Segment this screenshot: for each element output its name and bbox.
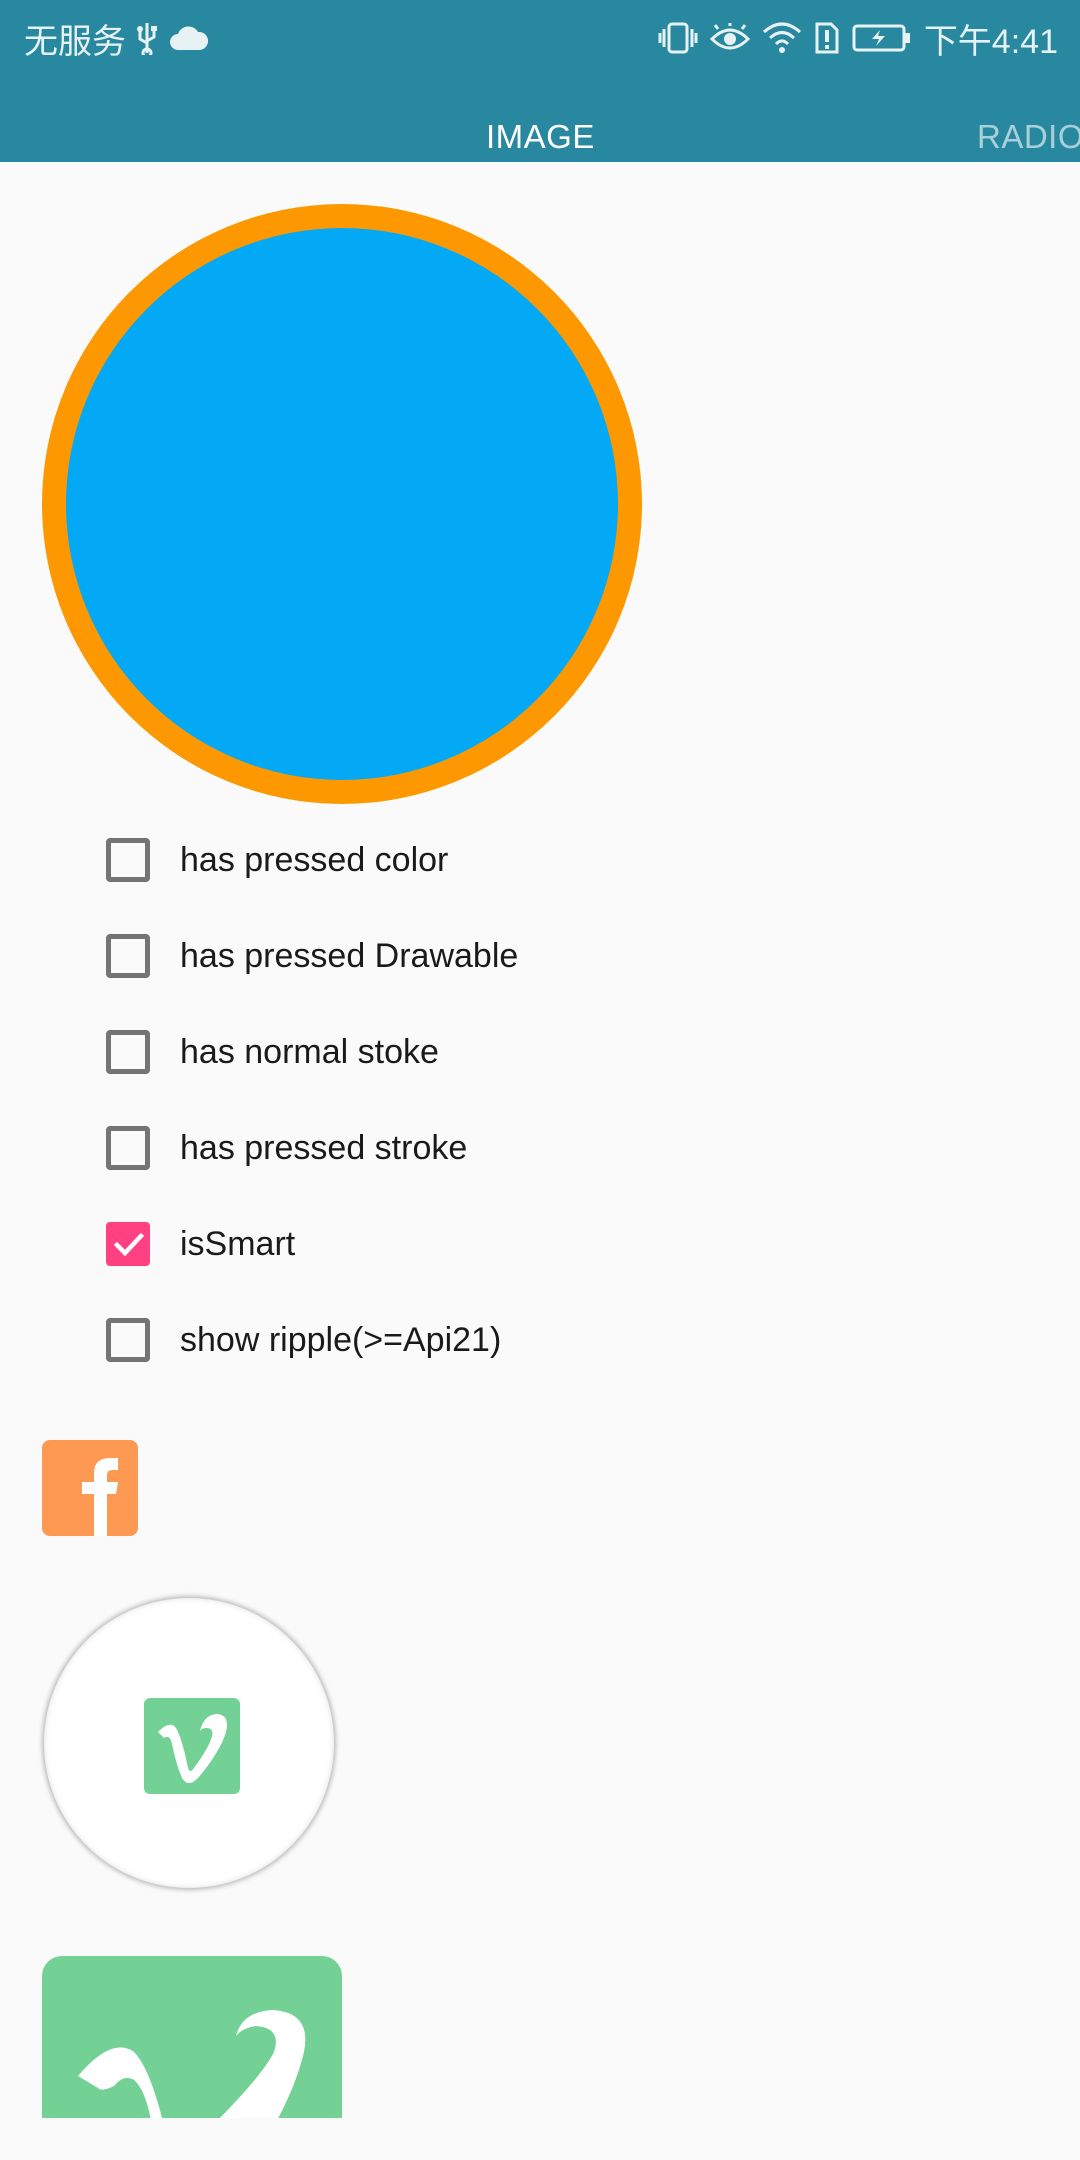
clock: 下午4:41	[923, 22, 1058, 61]
usb-icon	[136, 21, 158, 55]
option-has-pressed-stroke[interactable]: has pressed stroke	[104, 1100, 904, 1196]
tab-radio[interactable]: RADIO	[977, 118, 1080, 156]
app-toolbar: 无服务 下午4:41 IMAGE RADIO	[0, 0, 1080, 162]
cloud-icon	[168, 24, 208, 52]
option-label: has pressed stroke	[180, 1128, 468, 1167]
tab-image[interactable]: IMAGE	[486, 118, 595, 156]
tab-bar: IMAGE RADIO	[0, 96, 1080, 162]
checkbox-checked[interactable]	[106, 1222, 150, 1266]
option-has-pressed-color[interactable]: has pressed color	[104, 812, 904, 908]
options-list: has pressed color has pressed Drawable h…	[104, 812, 904, 1388]
eye-icon	[709, 23, 750, 53]
option-label: has normal stoke	[180, 1032, 439, 1071]
status-bar-right: 下午4:41	[658, 14, 1058, 62]
vimeo-circle-button[interactable]	[44, 1598, 334, 1888]
checkbox[interactable]	[106, 1318, 150, 1362]
checkbox[interactable]	[106, 934, 150, 978]
checkbox[interactable]	[106, 1030, 150, 1074]
option-is-smart[interactable]: isSmart	[104, 1196, 904, 1292]
wifi-icon	[762, 22, 802, 54]
option-label: has pressed Drawable	[180, 936, 519, 975]
status-bar-left: 无服务	[24, 14, 208, 62]
checkmark-icon	[113, 1232, 145, 1257]
sim-alert-icon	[814, 21, 840, 55]
option-has-normal-stoke[interactable]: has normal stoke	[104, 1004, 904, 1100]
vimeo-large-icon[interactable]	[42, 1956, 342, 2118]
checkbox[interactable]	[106, 838, 150, 882]
vimeo-icon	[144, 1698, 240, 1794]
option-label: isSmart	[180, 1224, 296, 1263]
preview-circle-button[interactable]	[42, 204, 642, 804]
option-has-pressed-drawable[interactable]: has pressed Drawable	[104, 908, 904, 1004]
checkbox[interactable]	[106, 1126, 150, 1170]
option-show-ripple[interactable]: show ripple(>=Api21)	[104, 1292, 904, 1388]
option-label: show ripple(>=Api21)	[180, 1320, 502, 1359]
battery-charging-icon	[852, 23, 912, 53]
preview-circle-fill	[66, 228, 618, 780]
carrier-label: 无服务	[24, 22, 126, 61]
vibrate-icon	[658, 21, 698, 55]
facebook-icon[interactable]	[42, 1440, 138, 1536]
option-label: has pressed color	[180, 840, 449, 879]
